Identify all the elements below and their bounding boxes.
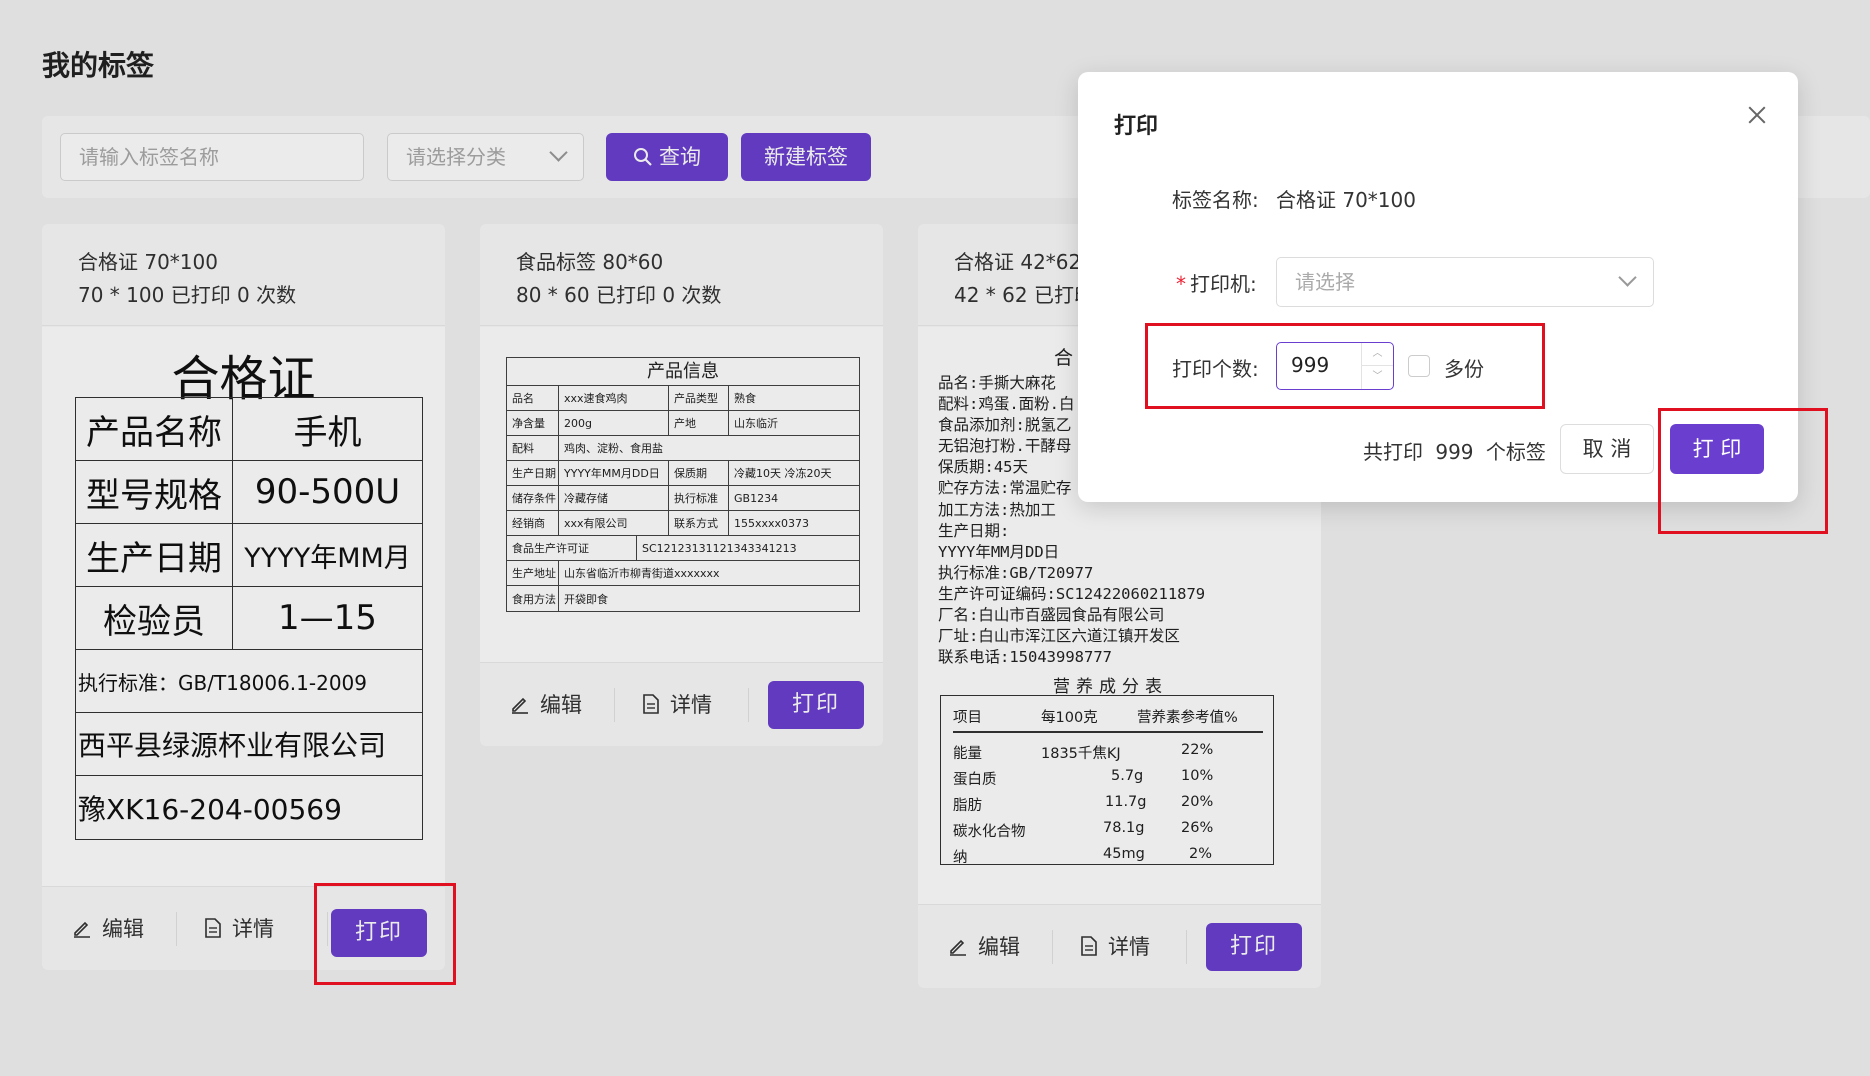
required-mark: *: [1176, 272, 1186, 296]
dialog-title: 打印: [1114, 114, 1159, 139]
page: 我的标签 请输入标签名称 请选择分类 查询 新建标签 合格证 70*100 70…: [0, 0, 1870, 1076]
chevron-down-icon: [1618, 268, 1637, 287]
print-summary: 共打印 999 个标签: [1363, 436, 1546, 465]
label-name-label: 标签名称:: [1172, 188, 1259, 212]
summary-suffix: 个标签: [1485, 440, 1546, 464]
printer-label-text: 打印机:: [1190, 272, 1257, 296]
highlight-box: [314, 883, 456, 985]
cancel-button[interactable]: 取 消: [1560, 424, 1654, 474]
close-icon[interactable]: [1744, 102, 1770, 128]
printer-placeholder: 请选择: [1295, 270, 1355, 294]
highlight-box: [1658, 408, 1828, 534]
label-name-value: 合格证 70*100: [1276, 188, 1416, 212]
summary-count: 999: [1435, 440, 1474, 464]
highlight-box: [1145, 323, 1545, 409]
printer-select[interactable]: 请选择: [1276, 257, 1654, 307]
summary-prefix: 共打印: [1363, 440, 1423, 464]
printer-label: * 打印机:: [1176, 268, 1257, 297]
